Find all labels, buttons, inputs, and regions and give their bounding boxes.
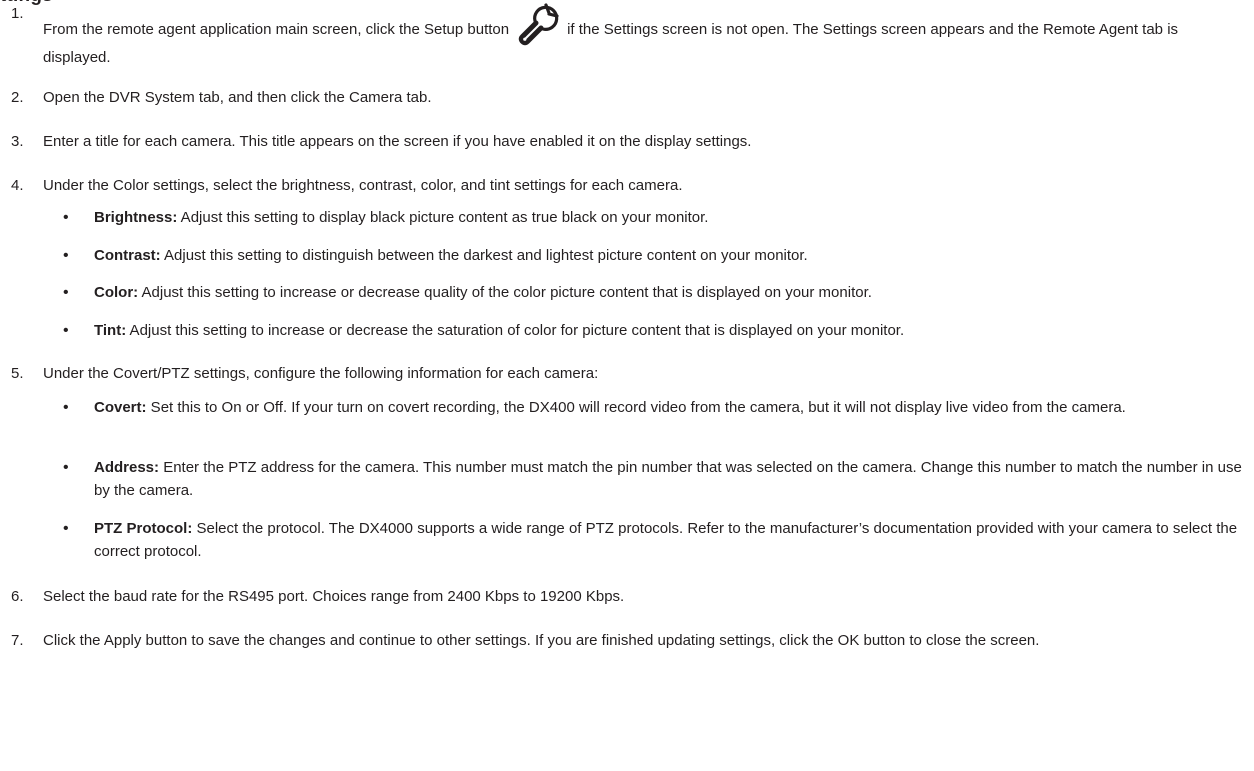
step-number: 6.	[11, 588, 24, 605]
wrench-icon	[513, 2, 561, 46]
step-number: 1.	[11, 5, 24, 22]
bullet-dot: •	[63, 247, 69, 264]
step-text-before-icon: From the remote agent application main s…	[43, 21, 510, 38]
bullet-description: Set this to On or Off. If your turn on c…	[146, 399, 1126, 416]
bullet-description: Enter the PTZ address for the camera. Th…	[94, 459, 1242, 499]
step-text: Enter a title for each camera. This titl…	[43, 133, 752, 150]
bullet-dot: •	[63, 209, 69, 226]
bullet-term: Color:	[94, 284, 139, 301]
bullet-dot: •	[63, 284, 69, 301]
bullet-term: Contrast:	[94, 247, 161, 264]
step-number: 3.	[11, 133, 24, 150]
bullet-dot: •	[63, 322, 69, 339]
bullet-text: Brightness: Adjust this setting to displ…	[94, 206, 1244, 229]
step-text: Click the Apply button to save the chang…	[43, 632, 1040, 649]
bullet-text: Tint: Adjust this setting to increase or…	[94, 319, 1244, 342]
step-text: Under the Color settings, select the bri…	[43, 177, 683, 194]
step-text: Select the baud rate for the RS495 port.…	[43, 588, 625, 605]
step-number: 4.	[11, 177, 24, 194]
bullet-text: PTZ Protocol: Select the protocol. The D…	[94, 517, 1244, 563]
step-number: 7.	[11, 632, 24, 649]
step-number: 2.	[11, 89, 24, 106]
bullet-term: PTZ Protocol:	[94, 520, 193, 537]
bullet-term: Address:	[94, 459, 160, 476]
bullet-text: Color: Adjust this setting to increase o…	[94, 281, 1244, 304]
bullet-text: Contrast: Adjust this setting to disting…	[94, 244, 1244, 267]
document-page: ttings 1. From the remote agent applicat…	[0, 0, 1254, 771]
bullet-description: Adjust this setting to increase or decre…	[126, 322, 905, 339]
bullet-description: Adjust this setting to increase or decre…	[138, 284, 872, 301]
bullet-description: Adjust this setting to distinguish betwe…	[160, 247, 808, 264]
step-text: Open the DVR System tab, and then click …	[43, 89, 432, 106]
bullet-text: Address: Enter the PTZ address for the c…	[94, 456, 1244, 502]
bullet-term: Tint:	[94, 322, 127, 339]
bullet-description: Adjust this setting to display black pic…	[177, 209, 709, 226]
step-number: 5.	[11, 365, 24, 382]
bullet-description: Select the protocol. The DX4000 supports…	[94, 520, 1238, 560]
bullet-dot: •	[63, 399, 69, 416]
bullet-term: Covert:	[94, 399, 147, 416]
step-text: From the remote agent application main s…	[43, 2, 1243, 69]
bullet-term: Brightness:	[94, 209, 178, 226]
step-text: Under the Covert/PTZ settings, configure…	[43, 365, 599, 382]
bullet-dot: •	[63, 520, 69, 537]
bullet-text: Covert: Set this to On or Off. If your t…	[94, 396, 1244, 419]
bullet-dot: •	[63, 459, 69, 476]
